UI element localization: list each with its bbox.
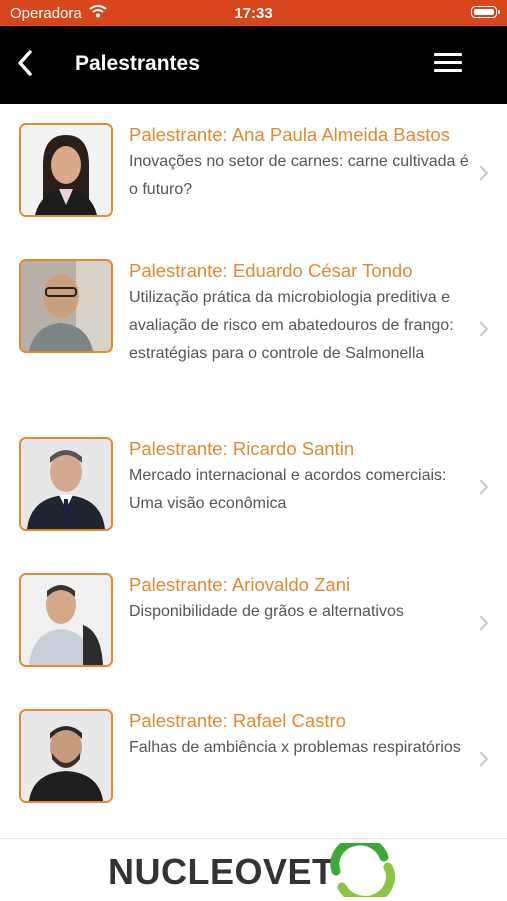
chevron-right-icon: [479, 615, 489, 631]
speaker-talk: Inovações no setor de carnes: carne cult…: [129, 153, 469, 198]
status-time: 17:33: [234, 5, 273, 22]
speaker-photo: [19, 437, 113, 531]
speaker-name: Palestrante: Ricardo Santin: [129, 438, 355, 459]
speaker-row[interactable]: Palestrante: Ricardo Santin Mercado inte…: [0, 418, 507, 550]
navigation-bar: Palestrantes: [0, 26, 507, 104]
speaker-talk: Falhas de ambiência x problemas respirat…: [129, 739, 461, 756]
hamburger-menu-icon[interactable]: [434, 53, 462, 75]
speaker-photo: [19, 123, 113, 217]
speaker-row[interactable]: Palestrante: Ana Paula Almeida Bastos In…: [0, 104, 507, 232]
page-title: Palestrantes: [75, 52, 200, 75]
speaker-photo: [19, 259, 113, 353]
chevron-right-icon: [479, 321, 489, 337]
speaker-talk: Disponibilidade de grãos e alternativos: [129, 603, 404, 620]
speaker-name: Palestrante: Eduardo César Tondo: [129, 260, 413, 281]
chevron-right-icon: [479, 751, 489, 767]
nucleovet-logo-icon: [330, 843, 395, 897]
speaker-photo: [19, 573, 113, 667]
speaker-name: Palestrante: Ana Paula Almeida Bastos: [129, 124, 450, 145]
speaker-row[interactable]: Palestrante: Eduardo César Tondo Utiliza…: [0, 240, 507, 416]
speaker-talk: Mercado internacional e acordos comercia…: [129, 467, 447, 512]
speaker-photo: [19, 709, 113, 803]
sponsor-footer: NUCLEOVET: [0, 838, 507, 901]
status-bar: Operadora 17:33: [0, 0, 507, 26]
battery-icon: [471, 6, 500, 18]
chevron-right-icon: [479, 165, 489, 181]
speaker-talk: Utilização prática da microbiologia pred…: [129, 289, 454, 362]
chevron-right-icon: [479, 479, 489, 495]
nucleovet-logo-text: NUCLEOVET: [108, 851, 335, 892]
speaker-row[interactable]: Palestrante: Rafael Castro Falhas de amb…: [0, 690, 507, 822]
speaker-name: Palestrante: Ariovaldo Zani: [129, 574, 351, 595]
speaker-name: Palestrante: Rafael Castro: [129, 710, 346, 731]
back-arrow-icon[interactable]: [14, 48, 38, 78]
speaker-row[interactable]: Palestrante: Ariovaldo Zani Disponibilid…: [0, 554, 507, 686]
